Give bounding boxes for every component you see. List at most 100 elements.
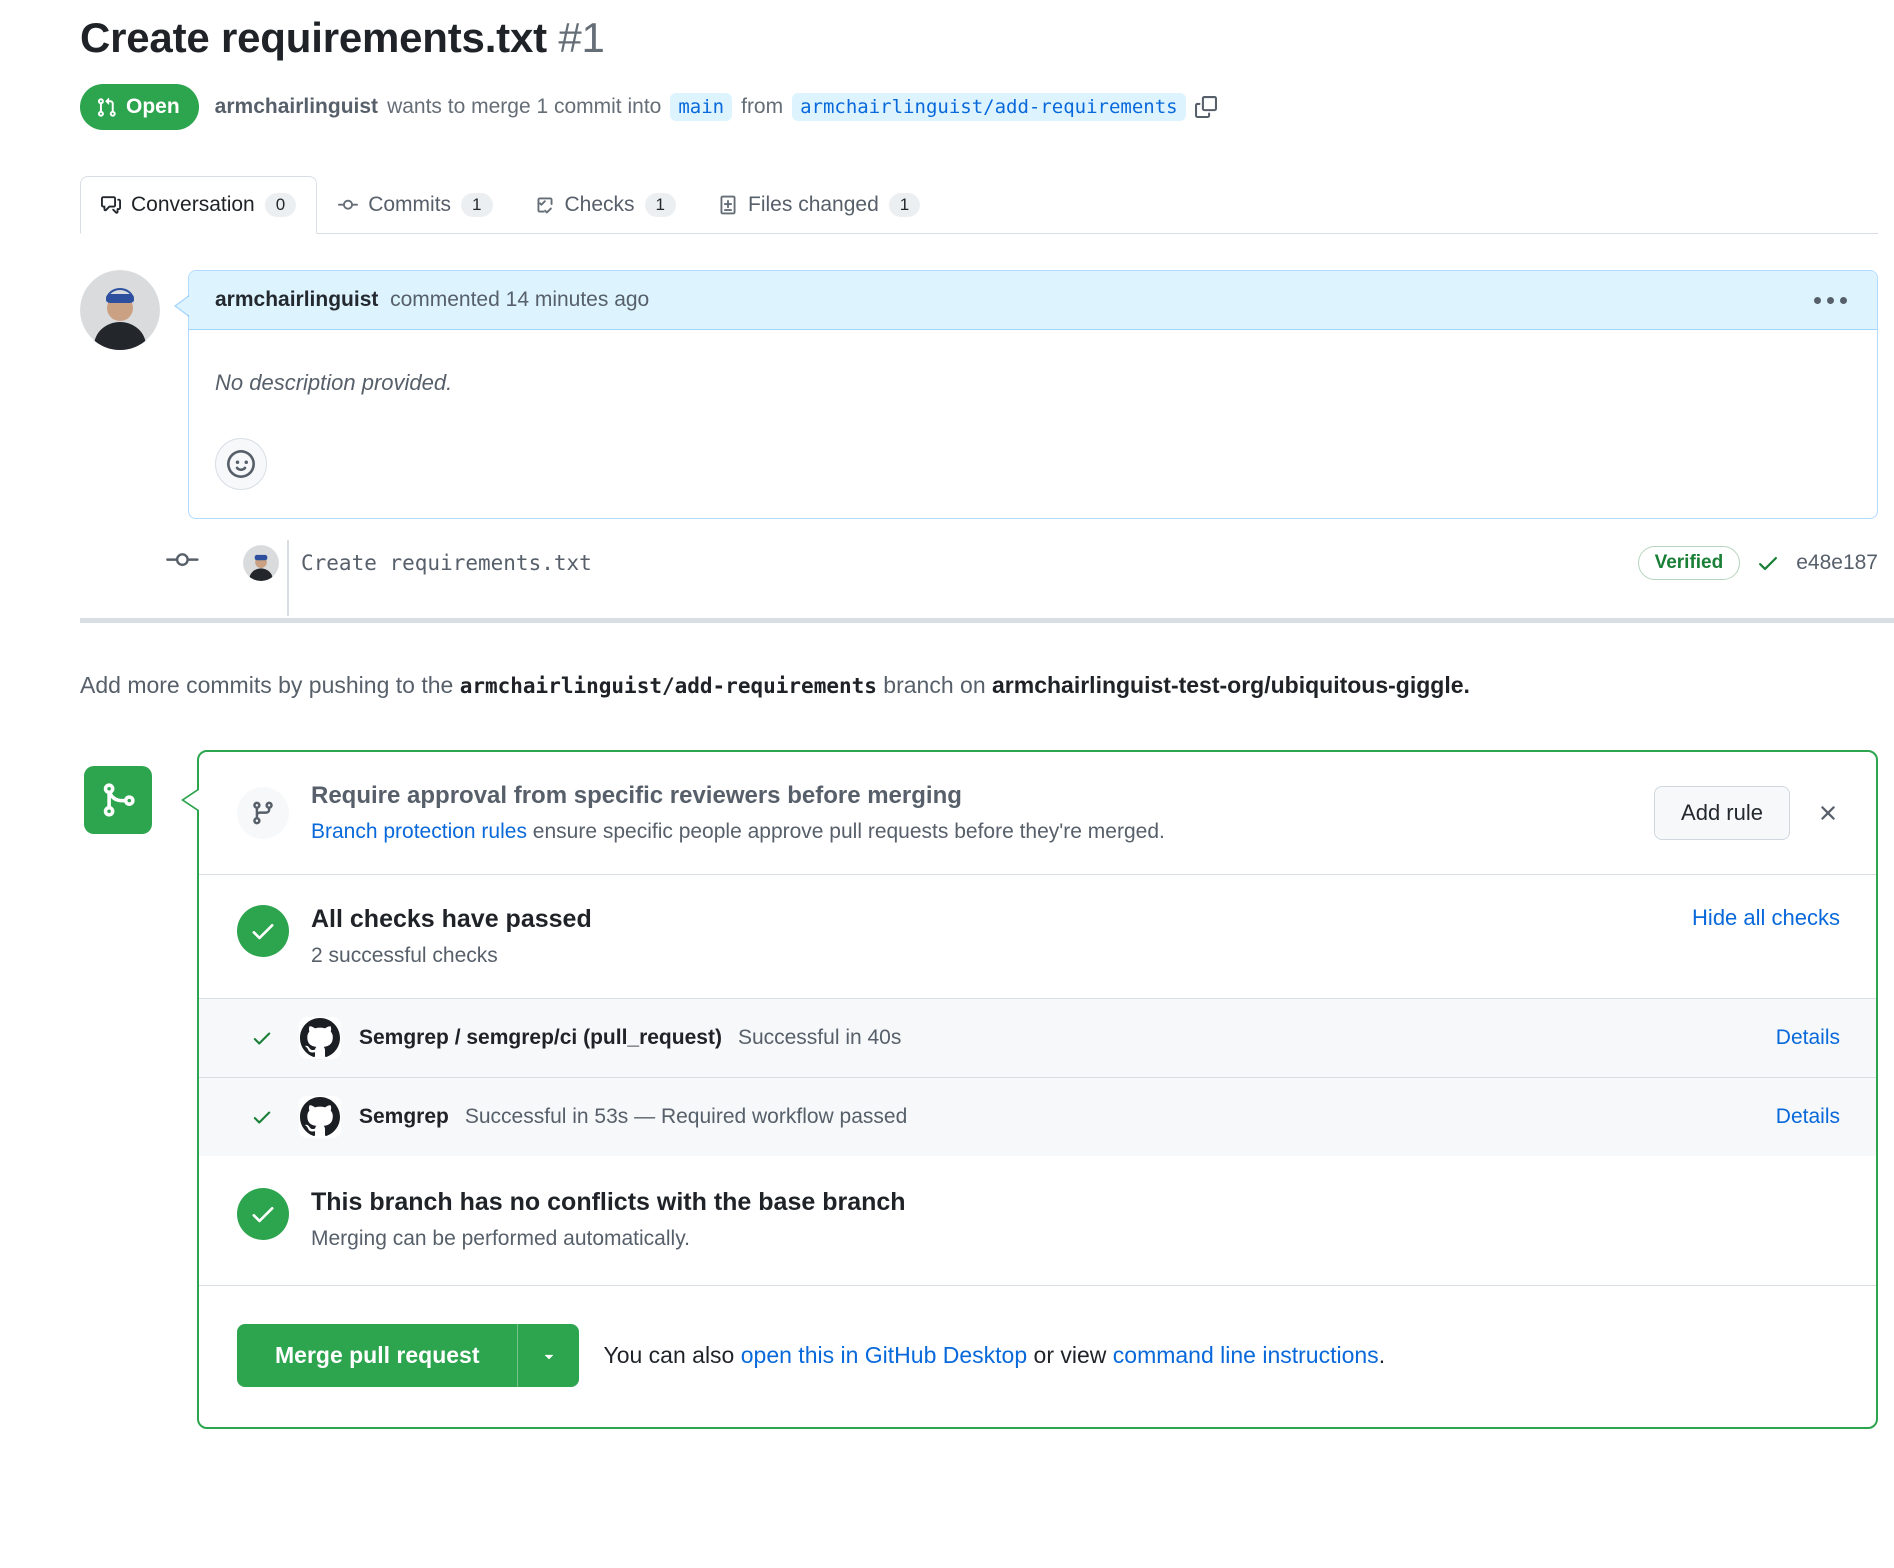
period-text: .	[1379, 1342, 1385, 1368]
tab-commits[interactable]: Commits 1	[317, 176, 513, 234]
also-text: You can also	[603, 1342, 740, 1368]
commit-row: Create requirements.txt Verified e48e187	[80, 541, 1878, 584]
hide-all-checks-link[interactable]: Hide all checks	[1692, 905, 1840, 931]
push-note-middle: branch on	[877, 672, 992, 698]
tab-conversation-label: Conversation	[131, 193, 255, 217]
protection-description: ensure specific people approve pull requ…	[527, 820, 1165, 843]
no-conflicts-title: This branch has no conflicts with the ba…	[311, 1188, 1840, 1217]
merge-options-dropdown[interactable]	[517, 1324, 579, 1387]
tab-checks-count: 1	[645, 193, 676, 217]
check-status: Successful in 40s	[738, 1026, 901, 1050]
commit-meta: Verified e48e187	[1638, 546, 1878, 580]
file-diff-icon	[718, 195, 738, 215]
check-details-link[interactable]: Details	[1776, 1026, 1840, 1050]
git-commit-icon	[338, 195, 358, 215]
branch-protection-rules-link[interactable]: Branch protection rules	[311, 820, 527, 843]
smiley-icon	[227, 450, 255, 478]
merge-pull-request-button[interactable]: Merge pull request	[237, 1324, 517, 1387]
merge-alternatives-text: You can also open this in GitHub Desktop…	[603, 1342, 1385, 1369]
tab-conversation[interactable]: Conversation 0	[80, 176, 317, 234]
pr-description-comment: armchairlinguist commented 14 minutes ag…	[80, 270, 1878, 519]
checks-summary-row: All checks have passed 2 successful chec…	[199, 875, 1876, 998]
check-name: Semgrep	[359, 1105, 449, 1129]
tab-files-changed-label: Files changed	[748, 193, 879, 217]
copy-icon	[1195, 96, 1217, 118]
git-commit-icon	[163, 541, 205, 584]
push-note-branch: armchairlinguist/add-requirements	[460, 674, 877, 698]
checklist-icon	[535, 195, 555, 215]
check-row-semgrep: Semgrep Successful in 53s — Required wor…	[199, 1077, 1876, 1156]
mark-github-icon	[299, 1096, 341, 1138]
user-avatar-image	[80, 270, 160, 350]
check-name: Semgrep / semgrep/ci (pull_request)	[359, 1026, 722, 1050]
comment-action: commented	[390, 288, 500, 311]
conversation-timeline: armchairlinguist commented 14 minutes ag…	[80, 270, 1878, 584]
pr-status-badge: Open	[80, 84, 199, 130]
tab-checks[interactable]: Checks 1	[514, 176, 698, 234]
mark-github-icon	[299, 1017, 341, 1059]
git-pull-request-icon	[96, 97, 117, 118]
comment-caret	[174, 295, 189, 317]
close-icon[interactable]	[1816, 801, 1840, 825]
commit-message[interactable]: Create requirements.txt	[301, 551, 592, 575]
head-branch-label[interactable]: armchairlinguist/add-requirements	[792, 93, 1186, 121]
pr-author: armchairlinguist	[215, 95, 378, 119]
commit-sha[interactable]: e48e187	[1796, 551, 1878, 575]
commit-author-avatar[interactable]	[243, 545, 279, 581]
checks-passed-icon	[237, 905, 289, 957]
comment-options-button[interactable]	[1810, 293, 1851, 308]
comment-text: No description provided.	[215, 370, 1851, 396]
or-view-text: or view	[1027, 1342, 1113, 1368]
comment-card: armchairlinguist commented 14 minutes ag…	[188, 270, 1878, 519]
checks-summary-title: All checks have passed	[311, 905, 1692, 934]
add-reaction-button[interactable]	[215, 438, 267, 490]
push-note: Add more commits by pushing to the armch…	[80, 665, 1740, 706]
comment-discussion-icon	[101, 195, 121, 215]
check-status: Successful in 53s — Required workflow pa…	[465, 1105, 907, 1129]
avatar[interactable]	[80, 270, 160, 350]
push-note-suffix: .	[1464, 672, 1470, 698]
merge-status-area: Require approval from specific reviewers…	[80, 750, 1878, 1429]
protection-title: Require approval from specific reviewers…	[311, 782, 1654, 810]
git-merge-icon	[84, 766, 152, 834]
check-row-semgrep-ci: Semgrep / semgrep/ci (pull_request) Succ…	[199, 998, 1876, 1077]
no-conflicts-subtitle: Merging can be performed automatically.	[311, 1227, 1840, 1251]
tab-conversation-count: 0	[265, 193, 296, 217]
push-note-prefix: Add more commits by pushing to the	[80, 672, 460, 698]
copy-branch-button[interactable]	[1195, 96, 1217, 118]
merge-pull-request-split-button: Merge pull request	[237, 1324, 579, 1387]
branch-protection-row: Require approval from specific reviewers…	[199, 752, 1876, 875]
merge-bar: Merge pull request You can also open thi…	[199, 1285, 1876, 1427]
base-branch-label[interactable]: main	[670, 93, 732, 121]
pr-tabs: Conversation 0 Commits 1 Checks 1 Files …	[80, 176, 1878, 234]
comment-header: armchairlinguist commented 14 minutes ag…	[189, 271, 1877, 330]
triangle-down-icon	[540, 1347, 558, 1365]
checks-summary-subtitle: 2 successful checks	[311, 944, 1692, 968]
pr-meta-row: Open armchairlinguist wants to merge 1 c…	[80, 84, 1878, 130]
pr-status-label: Open	[126, 95, 180, 119]
github-desktop-link[interactable]: open this in GitHub Desktop	[741, 1342, 1027, 1368]
check-success-icon	[251, 1027, 273, 1049]
no-conflicts-row: This branch has no conflicts with the ba…	[199, 1156, 1876, 1285]
pr-summary-text: wants to merge 1 commit into	[387, 95, 661, 119]
merge-box: Require approval from specific reviewers…	[197, 750, 1878, 1429]
tab-commits-label: Commits	[368, 193, 451, 217]
pr-number: #1	[558, 14, 604, 61]
check-success-icon	[251, 1106, 273, 1128]
add-rule-button[interactable]: Add rule	[1654, 786, 1790, 840]
pr-page: Create requirements.txt #1 Open armchair…	[0, 0, 1894, 1429]
push-note-repo: armchairlinguist-test-org/ubiquitous-gig…	[992, 672, 1464, 698]
check-icon	[1756, 551, 1780, 575]
verified-badge[interactable]: Verified	[1638, 546, 1741, 580]
pr-title-text: Create requirements.txt	[80, 14, 547, 61]
command-line-instructions-link[interactable]: command line instructions	[1113, 1342, 1379, 1368]
git-branch-icon	[237, 787, 289, 839]
comment-author[interactable]: armchairlinguist	[215, 288, 378, 311]
check-details-link[interactable]: Details	[1776, 1105, 1840, 1129]
tab-commits-count: 1	[461, 193, 492, 217]
tab-files-changed[interactable]: Files changed 1	[697, 176, 941, 234]
from-text: from	[741, 95, 783, 119]
tab-files-changed-count: 1	[889, 193, 920, 217]
comment-body: No description provided.	[189, 330, 1877, 518]
comment-timestamp[interactable]: 14 minutes ago	[506, 288, 650, 311]
